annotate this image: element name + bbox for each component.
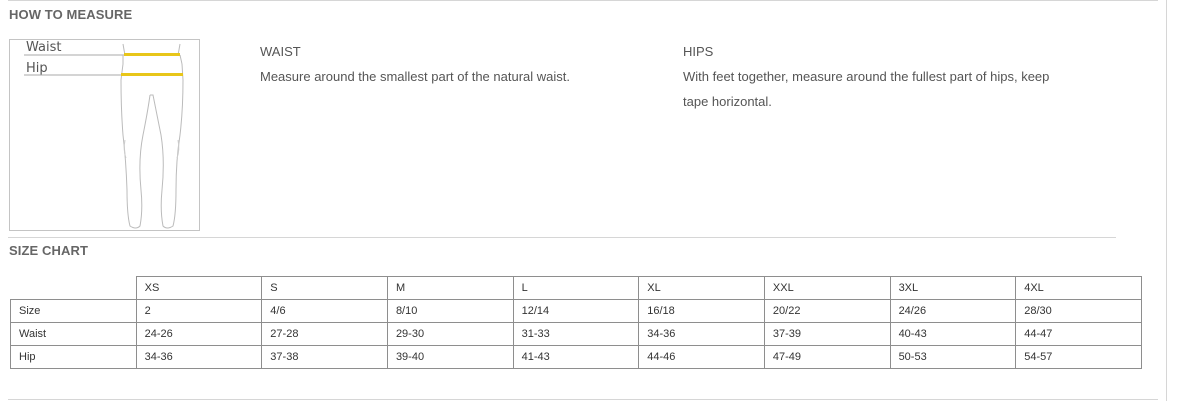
column-header-xxl: XXL (763, 276, 891, 300)
size-header-row: XS S M L XL XXL 3XL 4XL (10, 276, 1142, 300)
hips-instructions-line-1: With feet together, measure around the f… (683, 69, 1050, 84)
row-label-waist: Waist (10, 322, 137, 346)
top-rule (8, 0, 1158, 1)
table-cell: 54-57 (1015, 345, 1142, 369)
measure-figure: Waist Hip (9, 39, 200, 231)
column-header-3xl: 3XL (889, 276, 1017, 300)
hip-tape (121, 73, 183, 76)
right-edge-line (1166, 0, 1167, 401)
table-cell: 39-40 (386, 345, 514, 369)
hips-instructions-line-2: tape horizontal. (683, 94, 772, 109)
table-cell: 44-47 (1015, 322, 1142, 346)
table-cell: 34-36 (135, 345, 263, 369)
table-cell: 44-46 (638, 345, 765, 369)
hips-heading: HIPS (683, 44, 714, 59)
table-cell: 50-53 (889, 345, 1017, 369)
column-header-xl: XL (638, 276, 765, 300)
column-header-s: S (261, 276, 388, 300)
table-cell: 31-33 (512, 322, 640, 346)
table-cell: 41-43 (512, 345, 640, 369)
size-chart-title: SIZE CHART (9, 243, 88, 258)
table-cell: 34-36 (638, 322, 765, 346)
bottom-rule (8, 399, 1158, 400)
waist-heading: WAIST (260, 44, 301, 59)
waist-tape (124, 53, 180, 56)
table-cell: 28/30 (1015, 299, 1142, 323)
waist-instructions: Measure around the smallest part of the … (260, 69, 570, 84)
section-divider (8, 237, 1116, 238)
table-row: Hip 34-36 37-38 39-40 41-43 44-46 47-49 … (10, 345, 1142, 369)
header-corner-cell (10, 276, 137, 300)
table-cell: 20/22 (763, 299, 891, 323)
legs-illustration (24, 43, 184, 229)
how-to-measure-title: HOW TO MEASURE (9, 7, 133, 22)
column-header-xs: XS (135, 276, 263, 300)
table-row: Size 2 4/6 8/10 12/14 16/18 20/22 24/26 … (10, 299, 1142, 323)
row-label-hip: Hip (10, 345, 137, 369)
table-cell: 37-39 (763, 322, 891, 346)
table-cell: 27-28 (261, 322, 388, 346)
column-header-4xl: 4XL (1015, 276, 1142, 300)
table-row: Waist 24-26 27-28 29-30 31-33 34-36 37-3… (10, 322, 1142, 346)
table-cell: 37-38 (261, 345, 388, 369)
table-cell: 8/10 (386, 299, 514, 323)
table-cell: 24-26 (135, 322, 263, 346)
size-chart-table: XS S M L XL XXL 3XL 4XL Size 2 4/6 8/10 … (10, 276, 1142, 369)
table-cell: 4/6 (261, 299, 388, 323)
table-cell: 16/18 (638, 299, 765, 323)
column-header-l: L (512, 276, 640, 300)
column-header-m: M (386, 276, 514, 300)
table-cell: 12/14 (512, 299, 640, 323)
table-cell: 2 (135, 299, 263, 323)
table-cell: 29-30 (386, 322, 514, 346)
table-cell: 24/26 (889, 299, 1017, 323)
table-cell: 47-49 (763, 345, 891, 369)
table-cell: 40-43 (889, 322, 1017, 346)
row-label-size: Size (10, 299, 137, 323)
